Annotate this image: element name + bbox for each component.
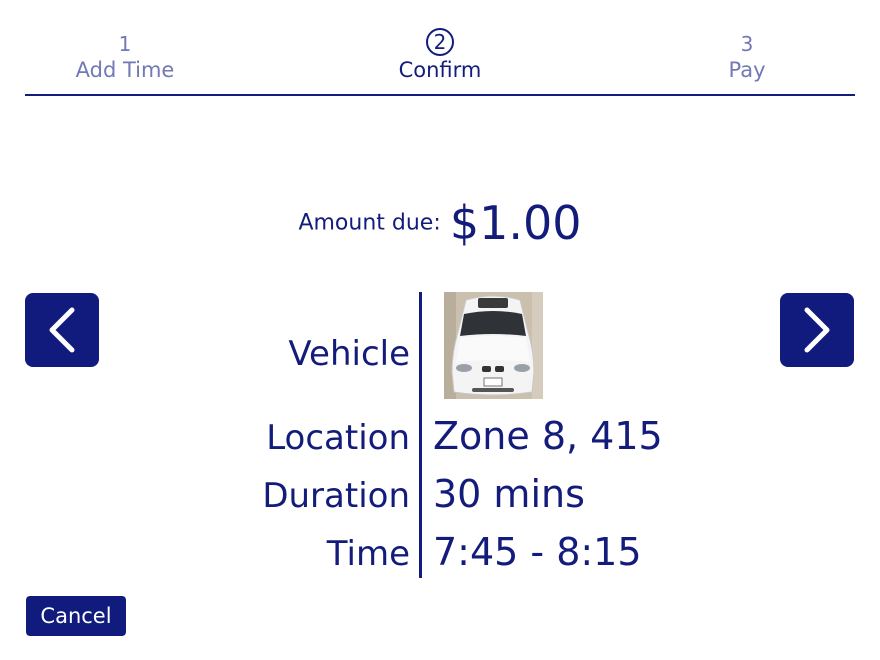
duration-value: 30 mins	[433, 472, 585, 516]
step-number: 3	[740, 32, 754, 56]
step-confirm[interactable]: 2 Confirm	[340, 28, 540, 84]
cancel-button[interactable]: Cancel	[26, 596, 126, 636]
time-value: 7:45 - 8:15	[433, 530, 642, 574]
step-number: 1	[118, 32, 132, 56]
steps-divider	[25, 94, 855, 96]
time-label: Time	[326, 534, 410, 574]
amount-due-label: Amount due:	[298, 210, 441, 236]
details-divider	[419, 292, 422, 578]
location-value: Zone 8, 415	[433, 414, 663, 458]
parking-details: Vehicle Location Zone 8, 415 Duration 30…	[0, 292, 880, 582]
amount-due-value: $1.00	[449, 196, 582, 250]
step-label: Pay	[728, 58, 766, 82]
step-label: Confirm	[398, 58, 482, 82]
step-label: Add Time	[75, 58, 175, 82]
amount-due: Amount due: $1.00	[0, 196, 880, 250]
duration-label: Duration	[262, 476, 410, 516]
progress-steps: 1 Add Time 2 Confirm 3 Pay	[25, 28, 855, 96]
vehicle-label: Vehicle	[288, 334, 410, 374]
location-label: Location	[266, 418, 410, 458]
vehicle-photo	[444, 292, 543, 399]
step-add-time[interactable]: 1 Add Time	[25, 32, 225, 84]
step-pay[interactable]: 3 Pay	[647, 32, 847, 84]
step-number-circle: 2	[426, 28, 454, 56]
